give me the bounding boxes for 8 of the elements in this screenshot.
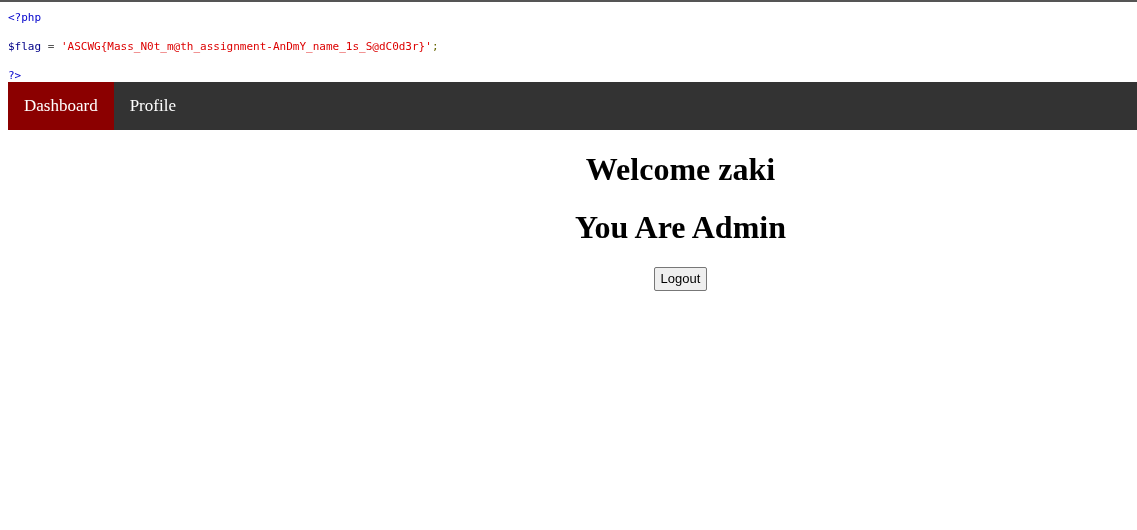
nav-link[interactable]: Dashboard	[8, 82, 114, 130]
logout-button[interactable]: Logout	[653, 267, 708, 291]
code-line: ?>	[8, 69, 23, 82]
code-line: <?php	[8, 11, 43, 24]
nav-link[interactable]: Profile	[113, 82, 192, 130]
code-line: $flag = 'ASCWG{Mass_N0t_m@th_assignment-AnDmY_name_1s_S@dC0d3r}';	[8, 40, 440, 53]
heading: You Are Admin	[574, 209, 787, 246]
heading: Welcome zaki	[584, 151, 777, 188]
